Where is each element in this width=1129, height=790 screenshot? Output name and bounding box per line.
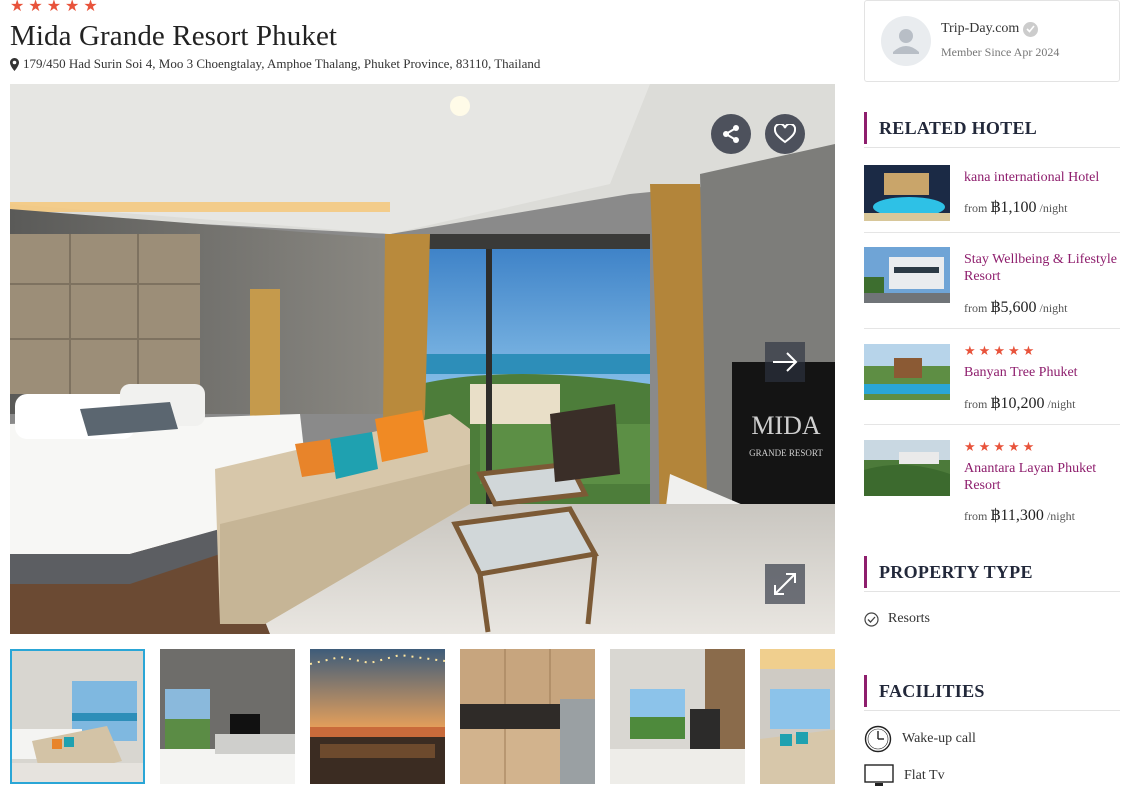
star-icon: ★: [46, 0, 62, 15]
related-hotel-image[interactable]: [864, 247, 950, 303]
hotel-address: 179/450 Had Surin Soi 4, Moo 3 Choengtal…: [10, 56, 540, 72]
thumbnail-image: [12, 651, 143, 782]
star-icon: ★: [964, 343, 976, 358]
thumbnail-image: [160, 649, 295, 784]
expand-icon: [774, 573, 796, 595]
star-icon: ★: [83, 0, 98, 15]
related-hotel-name[interactable]: Stay Wellbeing & Lifestyle Resort: [964, 251, 1120, 285]
clock-icon: [864, 725, 892, 753]
member-name-text: Trip-Day.com: [941, 21, 1020, 36]
favorite-button[interactable]: [765, 114, 805, 154]
hotel-star-rating: ★ ★ ★ ★ ★: [10, 0, 98, 15]
thumbnail-5[interactable]: [610, 649, 745, 784]
next-photo-button[interactable]: [765, 342, 805, 382]
thumbnail-image: [310, 649, 445, 784]
facility-item: Flat Tv: [864, 764, 945, 788]
star-icon: ★: [978, 343, 991, 358]
thumbnail-6[interactable]: [760, 649, 835, 784]
related-hotel-price: from ฿5,600 /night: [964, 299, 1068, 316]
thumbnail-4[interactable]: [460, 649, 595, 784]
related-hotel-item[interactable]: kana international Hotel from ฿1,100 /ni…: [864, 165, 1120, 233]
facility-label: Wake-up call: [902, 731, 976, 746]
property-type-heading: PROPERTY TYPE: [864, 556, 1120, 592]
star-icon: ★: [10, 0, 25, 15]
check-circle-icon: [864, 611, 879, 627]
star-icon: ★: [1007, 439, 1020, 454]
avatar[interactable]: [881, 16, 931, 66]
related-hotel-heading: RELATED HOTEL: [864, 112, 1120, 148]
related-hotel-image[interactable]: [864, 165, 950, 221]
facility-item: Wake-up call: [864, 725, 976, 753]
member-card: Trip-Day.com Member Since Apr 2024: [864, 0, 1120, 82]
hotel-room-photo: MIDA GRANDE RESORT: [10, 84, 835, 634]
related-hotel-price: from ฿11,300 /night: [964, 507, 1075, 524]
facilities-title: FACILITIES: [879, 681, 985, 701]
star-icon: ★: [978, 439, 991, 454]
main-photo[interactable]: MIDA GRANDE RESORT: [10, 84, 835, 634]
star-icon: ★: [964, 439, 976, 454]
svg-text:GRANDE RESORT: GRANDE RESORT: [749, 448, 823, 458]
arrow-right-icon: [773, 352, 798, 372]
related-hotel-item[interactable]: ★ ★ ★ ★ ★ Banyan Tree Phuket from ฿10,20…: [864, 344, 1120, 425]
related-hotel-item[interactable]: Stay Wellbeing & Lifestyle Resort from ฿…: [864, 247, 1120, 329]
related-hotel-name[interactable]: Banyan Tree Phuket: [964, 364, 1120, 381]
heading-accent-bar: [864, 556, 867, 588]
user-icon: [893, 29, 919, 54]
property-type-item[interactable]: Resorts: [864, 611, 930, 627]
related-hotel-name[interactable]: kana international Hotel: [964, 169, 1120, 186]
svg-text:MIDA: MIDA: [751, 411, 821, 440]
thumbnail-1[interactable]: [10, 649, 145, 784]
property-type-label: Resorts: [888, 611, 930, 626]
related-hotel-name[interactable]: Anantara Layan Phuket Resort: [964, 460, 1120, 494]
related-hotel-price: from ฿1,100 /night: [964, 199, 1068, 216]
share-button[interactable]: [711, 114, 751, 154]
thumbnail-3[interactable]: [310, 649, 445, 784]
verified-icon: [1023, 21, 1039, 37]
heart-icon: [774, 124, 796, 144]
star-icon: ★: [993, 439, 1005, 454]
related-hotel-item[interactable]: ★ ★ ★ ★ ★ Anantara Layan Phuket Resort f…: [864, 440, 1120, 528]
heading-accent-bar: [864, 112, 867, 144]
member-name[interactable]: Trip-Day.com: [941, 21, 1039, 37]
property-type-title: PROPERTY TYPE: [879, 562, 1033, 582]
related-hotel-stars: ★ ★ ★ ★ ★: [964, 440, 1034, 454]
hotel-title: Mida Grande Resort Phuket: [10, 20, 338, 52]
thumbnail-2[interactable]: [160, 649, 295, 784]
heading-accent-bar: [864, 675, 867, 707]
thumbnail-image: [760, 649, 835, 784]
related-hotel-image[interactable]: [864, 344, 950, 400]
star-icon: ★: [1022, 343, 1035, 358]
star-icon: ★: [1007, 343, 1020, 358]
facilities-heading: FACILITIES: [864, 675, 1120, 711]
address-text: 179/450 Had Surin Soi 4, Moo 3 Choengtal…: [23, 56, 541, 71]
map-pin-icon: [10, 57, 19, 71]
tv-icon: [864, 764, 894, 786]
fullscreen-button[interactable]: [765, 564, 805, 604]
star-icon: ★: [28, 0, 43, 15]
star-icon: ★: [993, 343, 1005, 358]
share-icon: [723, 125, 739, 143]
related-hotel-title: RELATED HOTEL: [879, 118, 1038, 138]
facility-label: Flat Tv: [904, 768, 945, 783]
thumbnail-strip: [10, 649, 835, 790]
star-icon: ★: [65, 0, 80, 15]
thumbnail-image: [610, 649, 745, 784]
related-hotel-image[interactable]: [864, 440, 950, 496]
star-icon: ★: [1022, 439, 1035, 454]
thumbnail-image: [460, 649, 595, 784]
related-hotel-price: from ฿10,200 /night: [964, 395, 1076, 412]
related-hotel-stars: ★ ★ ★ ★ ★: [964, 344, 1034, 358]
member-since: Member Since Apr 2024: [941, 45, 1060, 59]
